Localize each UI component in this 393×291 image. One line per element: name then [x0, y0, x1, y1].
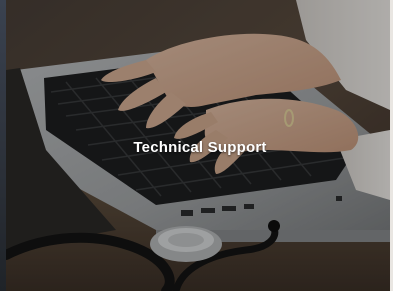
technical-support-tile[interactable]: Technical Support: [0, 0, 393, 291]
photo-dim-overlay: [6, 0, 390, 291]
